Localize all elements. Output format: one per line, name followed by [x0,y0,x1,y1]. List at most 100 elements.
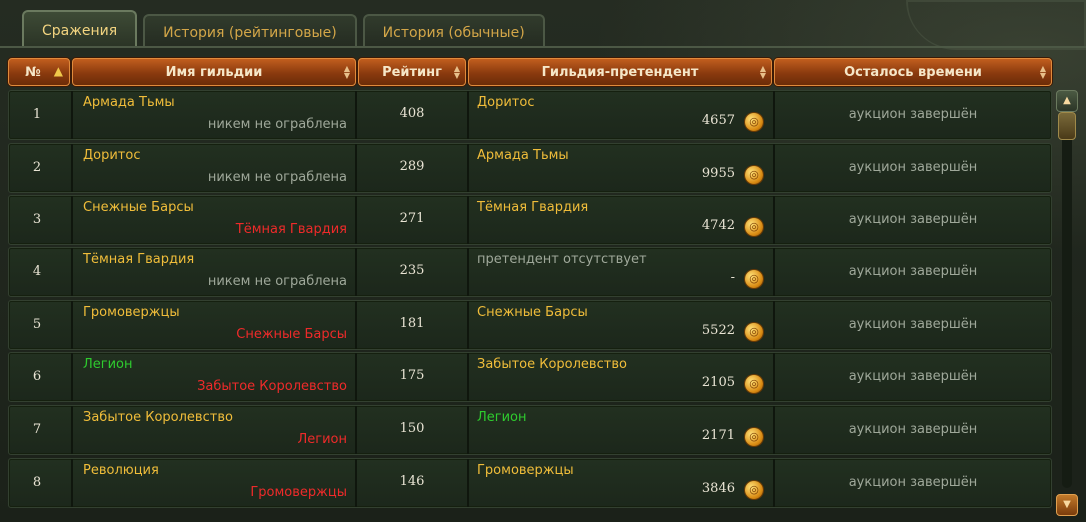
robbed-by-label: никем не ограблена [207,117,347,132]
column-header-guild-label: Имя гильдии [165,64,263,80]
guild-rating: 271 [399,211,425,226]
tab-battles[interactable]: Сражения [22,10,138,48]
cell-rating: 289 [355,144,467,192]
table-row[interactable]: 7 Забытое Королевство Легион 150 Легион 2171 ◎… [8,405,1052,455]
robbed-by-label: никем не ограблена [207,274,347,289]
guild-rating: 175 [399,368,425,383]
cell-number: 2 [9,144,71,192]
sort-arrows-icon: ▲ ▼ [759,64,766,80]
cell-rating: 175 [355,353,467,401]
guild-rating: 181 [399,316,425,331]
row-number: 8 [32,475,42,490]
cell-rating: 150 [355,406,467,454]
challenger-name[interactable]: Громовержцы [477,463,574,478]
guild-rating: 408 [399,106,425,121]
cell-rating: 235 [355,248,467,296]
gold-coin-icon: ◎ [745,270,763,288]
bid-amount: 4742 [701,218,735,233]
column-header-number[interactable]: № ▲ [8,58,70,86]
table-row[interactable]: 3 Снежные Барсы Тёмная Гвардия 271 Тёмная Гв… [8,195,1052,245]
robbed-by-label: Легион [297,432,347,447]
challenger-name[interactable]: Тёмная Гвардия [477,200,588,215]
cell-challenger: Доритос 4657 ◎ [467,91,773,139]
robbed-by-label: Тёмная Гвардия [235,222,347,237]
guild-name[interactable]: Забытое Королевство [83,410,233,425]
scroll-down-icon[interactable]: ▼ [1056,494,1078,516]
column-header-time-label: Осталось времени [844,64,982,80]
challenger-name[interactable]: Армада Тьмы [477,148,569,163]
auction-status: аукцион завершён [848,475,978,490]
column-header-rating-label: Рейтинг [382,64,442,80]
sort-arrows-icon: ▲ ▼ [343,64,350,80]
cell-guild: Доритос никем не ограблена [71,144,355,192]
bid-amount: 4657 [701,113,735,128]
cell-rating: 146 [355,459,467,507]
guild-name[interactable]: Громовержцы [83,305,180,320]
auction-status: аукцион завершён [848,317,978,332]
challenger-name[interactable]: Снежные Барсы [477,305,588,320]
row-number: 6 [32,369,42,384]
row-number: 5 [32,317,42,332]
auction-status: аукцион завершён [848,160,978,175]
table-row[interactable]: 4 Тёмная Гвардия никем не ограблена 235 прет… [8,247,1052,297]
guild-name[interactable]: Легион [83,357,133,372]
cell-rating: 408 [355,91,467,139]
guild-name[interactable]: Снежные Барсы [83,200,194,215]
column-header-challenger[interactable]: Гильдия-претендент ▲ ▼ [468,58,772,86]
robbed-by-label: Забытое Королевство [197,379,347,394]
guild-rating: 235 [399,263,425,278]
row-number: 3 [32,212,42,227]
scroll-track[interactable] [1062,116,1072,488]
tab-divider [0,46,1086,48]
cell-time-left: аукцион завершён [773,459,1051,507]
auction-status: аукцион завершён [848,264,978,279]
guild-rating: 150 [399,421,425,436]
tab-history-rated[interactable]: История (рейтинговые) [143,14,357,48]
tab-history-regular[interactable]: История (обычные) [362,14,545,48]
robbed-by-label: Снежные Барсы [236,327,347,342]
sort-arrows-icon: ▲ ▼ [453,64,460,80]
cell-rating: 181 [355,301,467,349]
cell-number: 7 [9,406,71,454]
challenger-name[interactable]: Доритос [477,95,534,110]
auction-status: аукцион завершён [848,369,978,384]
row-number: 4 [32,264,42,279]
guild-name[interactable]: Армада Тьмы [83,95,175,110]
column-header-rating[interactable]: Рейтинг ▲ ▼ [358,58,466,86]
scroll-thumb[interactable] [1058,112,1076,140]
gold-coin-icon: ◎ [745,218,763,236]
guild-name[interactable]: Тёмная Гвардия [83,252,194,267]
cell-rating: 271 [355,196,467,244]
cell-challenger: Снежные Барсы 5522 ◎ [467,301,773,349]
guild-name[interactable]: Доритос [83,148,140,163]
challenger-name[interactable]: претендент отсутствует [477,252,647,267]
cell-time-left: аукцион завершён [773,248,1051,296]
scrollbar[interactable]: ▲ ▼ [1056,90,1078,516]
scroll-up-icon[interactable]: ▲ [1056,90,1078,112]
column-header-challenger-label: Гильдия-претендент [541,64,699,80]
cell-time-left: аукцион завершён [773,91,1051,139]
cell-guild: Армада Тьмы никем не ограблена [71,91,355,139]
gold-coin-icon: ◎ [745,428,763,446]
table-row[interactable]: 5 Громовержцы Снежные Барсы 181 Снежные Барс… [8,300,1052,350]
table-row[interactable]: 8 Революция Громовержцы 146 Громовержцы 3846 ◎… [8,458,1052,508]
cell-challenger: Армада Тьмы 9955 ◎ [467,144,773,192]
table-row[interactable]: 6 Легион Забытое Королевство 175 Забытое Кор… [8,352,1052,402]
bid-amount: 5522 [701,323,735,338]
window-frame: Сражения История (рейтинговые) История (… [0,0,1086,522]
guild-name[interactable]: Революция [83,463,159,478]
challenger-name[interactable]: Легион [477,410,527,425]
auction-status: аукцион завершён [848,212,978,227]
challenger-name[interactable]: Забытое Королевство [477,357,627,372]
cell-guild: Снежные Барсы Тёмная Гвардия [71,196,355,244]
cell-time-left: аукцион завершён [773,353,1051,401]
cell-number: 6 [9,353,71,401]
column-header-guild[interactable]: Имя гильдии ▲ ▼ [72,58,356,86]
tab-bar: Сражения История (рейтинговые) История (… [22,10,545,48]
table-row[interactable]: 1 Армада Тьмы никем не ограблена 408 Доритос… [8,90,1052,140]
cell-time-left: аукцион завершён [773,144,1051,192]
cell-challenger: Легион 2171 ◎ [467,406,773,454]
column-header-time[interactable]: Осталось времени ▲ ▼ [774,58,1052,86]
table-row[interactable]: 2 Доритос никем не ограблена 289 Армада Тьмы… [8,143,1052,193]
arrow-up-icon: ▲ [53,64,63,78]
